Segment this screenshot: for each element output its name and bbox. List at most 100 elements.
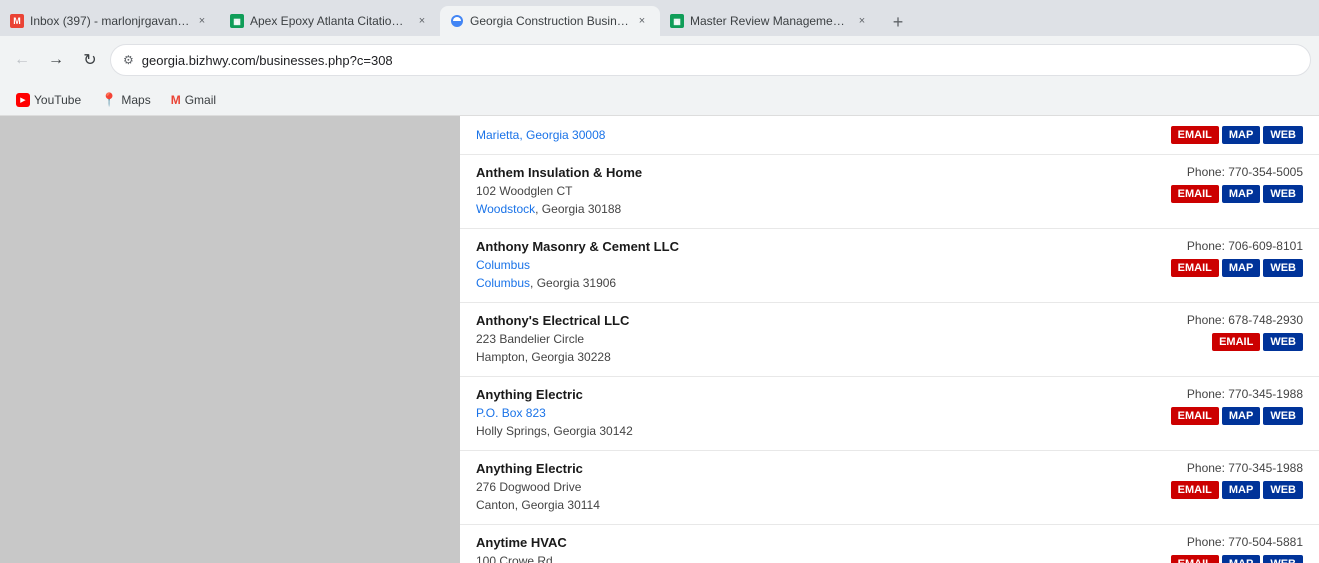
biz-name: Anthony's Electrical LLC: [476, 313, 1103, 328]
bookmark-youtube-label: YouTube: [34, 93, 81, 107]
email-button[interactable]: EMAIL: [1171, 481, 1219, 499]
biz-info: Marietta, Georgia 30008: [476, 126, 1103, 144]
bookmark-maps[interactable]: 📍 Maps: [93, 90, 159, 110]
bookmark-youtube[interactable]: YouTube: [8, 91, 89, 109]
web-button[interactable]: WEB: [1263, 126, 1303, 144]
biz-buttons: EMAILMAPWEB: [1171, 407, 1303, 425]
biz-address: 100 Crowe RdAlpharetta, Georgia 30004: [476, 552, 1103, 563]
biz-buttons: EMAILMAPWEB: [1171, 259, 1303, 277]
biz-name: Anything Electric: [476, 461, 1103, 476]
biz-info: Anthem Insulation & Home102 Woodglen CTW…: [476, 165, 1103, 218]
left-panel: [0, 116, 460, 563]
biz-name: Anything Electric: [476, 387, 1103, 402]
tab-gmail-close[interactable]: ×: [194, 13, 210, 29]
city-link[interactable]: Woodstock: [476, 202, 535, 216]
biz-buttons: EMAILMAPWEB: [1171, 481, 1303, 499]
tab-bar: M Inbox (397) - marlonjrgavan@... × ▦ Ap…: [0, 0, 1319, 36]
table-row: Anything Electric 276 Dogwood DriveCanton…: [460, 451, 1319, 525]
map-button[interactable]: MAP: [1222, 126, 1260, 144]
biz-phone: Phone: 770-354-5005: [1187, 165, 1303, 179]
email-button[interactable]: EMAIL: [1171, 259, 1219, 277]
browser-chrome: M Inbox (397) - marlonjrgavan@... × ▦ Ap…: [0, 0, 1319, 116]
biz-address: 102 Woodglen CTWoodstock, Georgia 30188: [476, 182, 1103, 218]
biz-phone: Phone: 706-609-8101: [1187, 239, 1303, 253]
biz-buttons: EMAILWEB: [1212, 333, 1303, 351]
business-list: Marietta, Georgia 30008 EMAIL MAP WEB An…: [460, 116, 1319, 563]
biz-actions: EMAIL MAP WEB: [1103, 126, 1303, 144]
biz-actions: Phone: 770-504-5881 EMAILMAPWEB: [1103, 535, 1303, 563]
bookmark-maps-label: Maps: [121, 93, 150, 107]
tab-gmail-label: Inbox (397) - marlonjrgavan@...: [30, 14, 190, 28]
biz-address: P.O. Box 823Holly Springs, Georgia 30142: [476, 404, 1103, 440]
web-button[interactable]: WEB: [1263, 333, 1303, 351]
table-row: Marietta, Georgia 30008 EMAIL MAP WEB: [460, 116, 1319, 155]
youtube-icon: [16, 93, 30, 107]
email-button[interactable]: EMAIL: [1171, 185, 1219, 203]
table-row: Anthony's Electrical LLC223 Bandelier Ci…: [460, 303, 1319, 377]
map-button[interactable]: MAP: [1222, 259, 1260, 277]
biz-address: 276 Dogwood DriveCanton, Georgia 30114: [476, 478, 1103, 514]
tab-georgia-label: Georgia Construction Business...: [470, 14, 630, 28]
reload-button[interactable]: ↻: [76, 46, 104, 74]
biz-info: Anything Electric P.O. Box 823Holly Sprin…: [476, 387, 1103, 440]
email-button[interactable]: EMAIL: [1171, 407, 1219, 425]
table-row: Anything Electric P.O. Box 823Holly Sprin…: [460, 377, 1319, 451]
table-row: Anytime HVAC 100 Crowe RdAlpharetta, Geor…: [460, 525, 1319, 563]
gmail-favicon: M: [10, 14, 24, 28]
address-text: georgia.bizhwy.com/businesses.php?c=308: [142, 53, 1298, 68]
secure-icon: ⚙: [123, 53, 134, 67]
forward-button[interactable]: →: [42, 46, 70, 74]
biz-name: Anytime HVAC: [476, 535, 1103, 550]
right-panel: Marietta, Georgia 30008 EMAIL MAP WEB An…: [460, 116, 1319, 563]
gmail-icon: M: [171, 93, 181, 107]
email-button[interactable]: EMAIL: [1171, 555, 1219, 563]
web-button[interactable]: WEB: [1263, 259, 1303, 277]
city-link[interactable]: Columbus: [476, 276, 530, 290]
biz-info: Anytime HVAC 100 Crowe RdAlpharetta, Geor…: [476, 535, 1103, 563]
bookmark-gmail-label: Gmail: [185, 93, 216, 107]
biz-name: Anthony Masonry & Cement LLC: [476, 239, 1103, 254]
bookmark-gmail[interactable]: M Gmail: [163, 91, 224, 109]
biz-actions: Phone: 770-345-1988 EMAILMAPWEB: [1103, 461, 1303, 499]
biz-partial-address: Marietta, Georgia 30008: [476, 126, 1103, 144]
bookmarks-bar: YouTube 📍 Maps M Gmail: [0, 84, 1319, 116]
tab-georgia[interactable]: Georgia Construction Business... ×: [440, 6, 660, 36]
tab-apex-close[interactable]: ×: [414, 13, 430, 29]
biz-actions: Phone: 770-354-5005 EMAILMAPWEB: [1103, 165, 1303, 203]
city-link[interactable]: Marietta, Georgia 30008: [476, 128, 605, 142]
tab-apex[interactable]: ▦ Apex Epoxy Atlanta Citation In... ×: [220, 6, 440, 36]
email-button[interactable]: EMAIL: [1171, 126, 1219, 144]
new-tab-button[interactable]: +: [884, 8, 912, 36]
biz-phone: Phone: 678-748-2930: [1187, 313, 1303, 327]
tab-master[interactable]: ▦ Master Review Management L... ×: [660, 6, 880, 36]
web-button[interactable]: WEB: [1263, 555, 1303, 563]
biz-phone: Phone: 770-504-5881: [1187, 535, 1303, 549]
biz-info: Anthony's Electrical LLC223 Bandelier Ci…: [476, 313, 1103, 366]
web-button[interactable]: WEB: [1263, 185, 1303, 203]
map-button[interactable]: MAP: [1222, 185, 1260, 203]
web-button[interactable]: WEB: [1263, 407, 1303, 425]
address-link[interactable]: P.O. Box 823: [476, 406, 546, 420]
back-button[interactable]: ←: [8, 46, 36, 74]
tab-master-close[interactable]: ×: [854, 13, 870, 29]
tab-gmail[interactable]: M Inbox (397) - marlonjrgavan@... ×: [0, 6, 220, 36]
apex-favicon: ▦: [230, 14, 244, 28]
biz-info: Anything Electric 276 Dogwood DriveCanton…: [476, 461, 1103, 514]
master-favicon: ▦: [670, 14, 684, 28]
address-bar[interactable]: ⚙ georgia.bizhwy.com/businesses.php?c=30…: [110, 44, 1311, 76]
address-link[interactable]: Columbus: [476, 258, 530, 272]
biz-buttons: EMAILMAPWEB: [1171, 185, 1303, 203]
biz-actions: Phone: 706-609-8101 EMAILMAPWEB: [1103, 239, 1303, 277]
map-button[interactable]: MAP: [1222, 481, 1260, 499]
biz-address: ColumbusColumbus, Georgia 31906: [476, 256, 1103, 292]
web-button[interactable]: WEB: [1263, 481, 1303, 499]
map-button[interactable]: MAP: [1222, 555, 1260, 563]
georgia-favicon: [450, 14, 464, 28]
map-button[interactable]: MAP: [1222, 407, 1260, 425]
table-row: Anthem Insulation & Home102 Woodglen CTW…: [460, 155, 1319, 229]
email-button[interactable]: EMAIL: [1212, 333, 1260, 351]
biz-phone: Phone: 770-345-1988: [1187, 387, 1303, 401]
tab-apex-label: Apex Epoxy Atlanta Citation In...: [250, 14, 410, 28]
biz-phone: Phone: 770-345-1988: [1187, 461, 1303, 475]
tab-georgia-close[interactable]: ×: [634, 13, 650, 29]
